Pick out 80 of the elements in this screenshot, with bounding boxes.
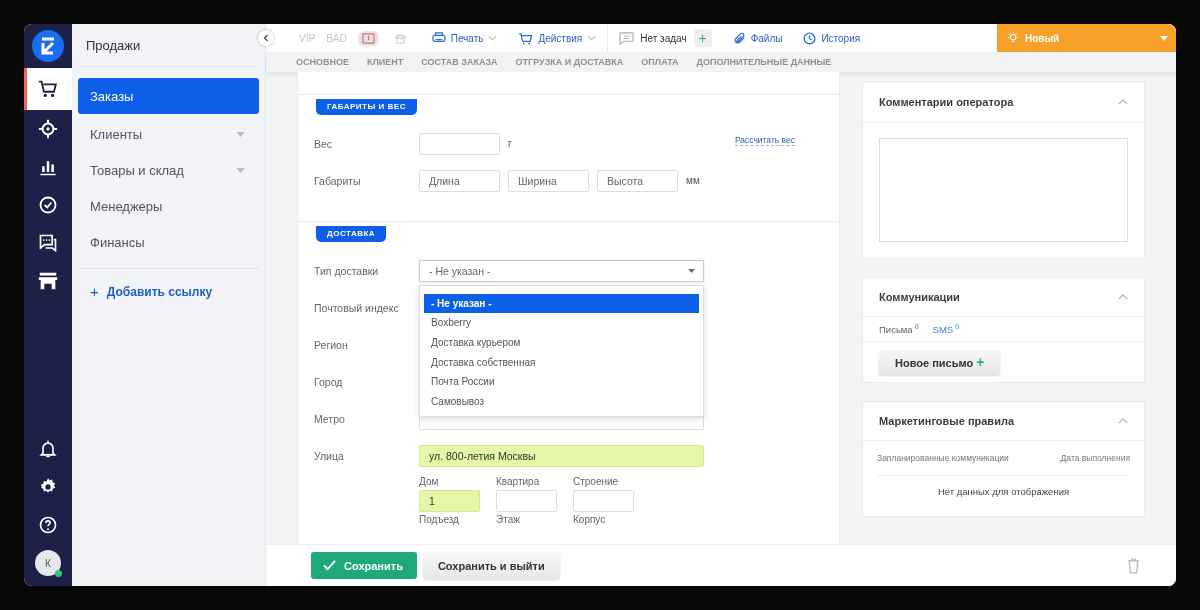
caret-icon bbox=[236, 131, 245, 137]
caret-icon bbox=[1160, 35, 1168, 41]
cart-icon bbox=[518, 31, 534, 45]
field-label: Город bbox=[314, 375, 344, 388]
chevron-left-icon bbox=[263, 34, 269, 42]
column-header: Запланированные коммуникации bbox=[877, 453, 1009, 464]
field-label: Улица bbox=[314, 449, 345, 462]
unit-label: г bbox=[508, 138, 512, 149]
communication-tab[interactable]: SMS $^{0}$ bbox=[932, 323, 960, 336]
add-link[interactable]: + Добавить ссылку bbox=[78, 269, 259, 314]
field-label: Регион bbox=[314, 338, 349, 351]
dropdown-option[interactable]: - Не указан - bbox=[424, 293, 699, 314]
section-heading: ДОСТАВКА bbox=[316, 226, 387, 242]
comment-field[interactable] bbox=[879, 138, 1128, 242]
sidebar-item[interactable]: Финансы bbox=[78, 224, 259, 260]
chevron-down-icon bbox=[488, 35, 498, 41]
printer-icon bbox=[431, 32, 446, 44]
card-title: Комментарии оператора bbox=[879, 96, 1014, 108]
field-label: Метро bbox=[314, 412, 346, 425]
dimension-field[interactable]: Высота bbox=[597, 169, 678, 192]
crosshair-icon[interactable] bbox=[38, 119, 58, 139]
files-link[interactable]: Файлы bbox=[732, 31, 783, 45]
calculate-weight-link[interactable]: Рассчитать вес bbox=[734, 135, 795, 146]
dropdown-option[interactable]: Самовывоз bbox=[424, 391, 699, 412]
column-header: Дата выполнения bbox=[1060, 453, 1130, 464]
sidebar-item[interactable]: Заказы bbox=[78, 78, 259, 114]
user-avatar[interactable]: К bbox=[35, 550, 61, 576]
dimension-field[interactable]: Ширина bbox=[508, 169, 589, 192]
store-icon[interactable] bbox=[37, 270, 59, 292]
text-field[interactable]: ул. 800-летия Москвы bbox=[419, 444, 704, 467]
history-link[interactable]: История bbox=[803, 31, 861, 45]
text-field[interactable] bbox=[496, 490, 557, 512]
caret-icon bbox=[236, 167, 245, 173]
save-and-exit-button[interactable]: Сохранить и выйти bbox=[422, 552, 560, 579]
dropdown-option[interactable]: Boxberry bbox=[424, 313, 699, 333]
section-heading: ГАБАРИТЫ И ВЕС bbox=[316, 99, 417, 115]
text-field[interactable] bbox=[573, 490, 634, 512]
chevron-down-icon bbox=[587, 35, 597, 41]
card-title: Маркетинговые правила bbox=[879, 415, 1014, 428]
field-label: Тип доставки bbox=[314, 264, 380, 277]
field-label: Корпус bbox=[573, 514, 607, 525]
caret-icon bbox=[688, 268, 695, 273]
field-label: Этаж bbox=[496, 514, 521, 525]
new-letter-button[interactable]: Новое письмо + bbox=[879, 349, 1001, 376]
dropdown-option[interactable]: Почта России bbox=[424, 371, 699, 392]
bell-icon[interactable] bbox=[38, 439, 58, 459]
dropdown-option[interactable]: Доставка собственная bbox=[424, 352, 699, 372]
field-label: Подъезд bbox=[419, 514, 460, 525]
field-label: Квартира bbox=[496, 476, 541, 487]
actions-button[interactable]: Действия bbox=[518, 31, 597, 45]
field-label: Строение bbox=[573, 476, 620, 487]
communication-tab[interactable]: Письма $^{0}$ bbox=[879, 323, 919, 336]
lightbulb-icon bbox=[1007, 32, 1019, 44]
sidebar-item[interactable]: Товары и склад bbox=[78, 152, 259, 188]
delivery-type-select[interactable]: - Не указан - bbox=[419, 259, 704, 282]
sidebar-title: Продажи bbox=[80, 24, 257, 67]
print-button[interactable]: Печать bbox=[431, 32, 498, 44]
tasks-button[interactable]: Нет задач bbox=[619, 31, 687, 45]
dropdown-option[interactable]: Доставка курьером bbox=[424, 332, 699, 353]
help-icon[interactable] bbox=[38, 515, 58, 535]
field-label: Габариты bbox=[314, 174, 362, 187]
paperclip-icon bbox=[732, 31, 746, 45]
sidebar-item[interactable]: Менеджеры bbox=[78, 188, 259, 224]
field-label: Почтовый индекс bbox=[314, 301, 400, 314]
text-field[interactable]: 1 bbox=[419, 490, 480, 512]
empty-message: Нет данных для отображения bbox=[936, 485, 1071, 500]
cart-icon[interactable] bbox=[37, 78, 59, 100]
chat-icon[interactable] bbox=[38, 233, 58, 253]
collapse-button[interactable] bbox=[258, 30, 274, 46]
card-title: Коммуникации bbox=[879, 291, 960, 303]
dimension-field[interactable]: Длина bbox=[419, 169, 500, 192]
weight-field[interactable] bbox=[419, 132, 500, 155]
sidebar-item[interactable]: Клиенты bbox=[78, 116, 259, 152]
unit-label: мм bbox=[686, 175, 700, 186]
comment-icon bbox=[619, 31, 635, 45]
clock-icon bbox=[803, 31, 817, 45]
field-label: Дом bbox=[419, 476, 440, 487]
check-circle-icon[interactable] bbox=[38, 195, 58, 215]
field-label: Вес bbox=[314, 137, 334, 150]
check-icon bbox=[323, 560, 336, 571]
